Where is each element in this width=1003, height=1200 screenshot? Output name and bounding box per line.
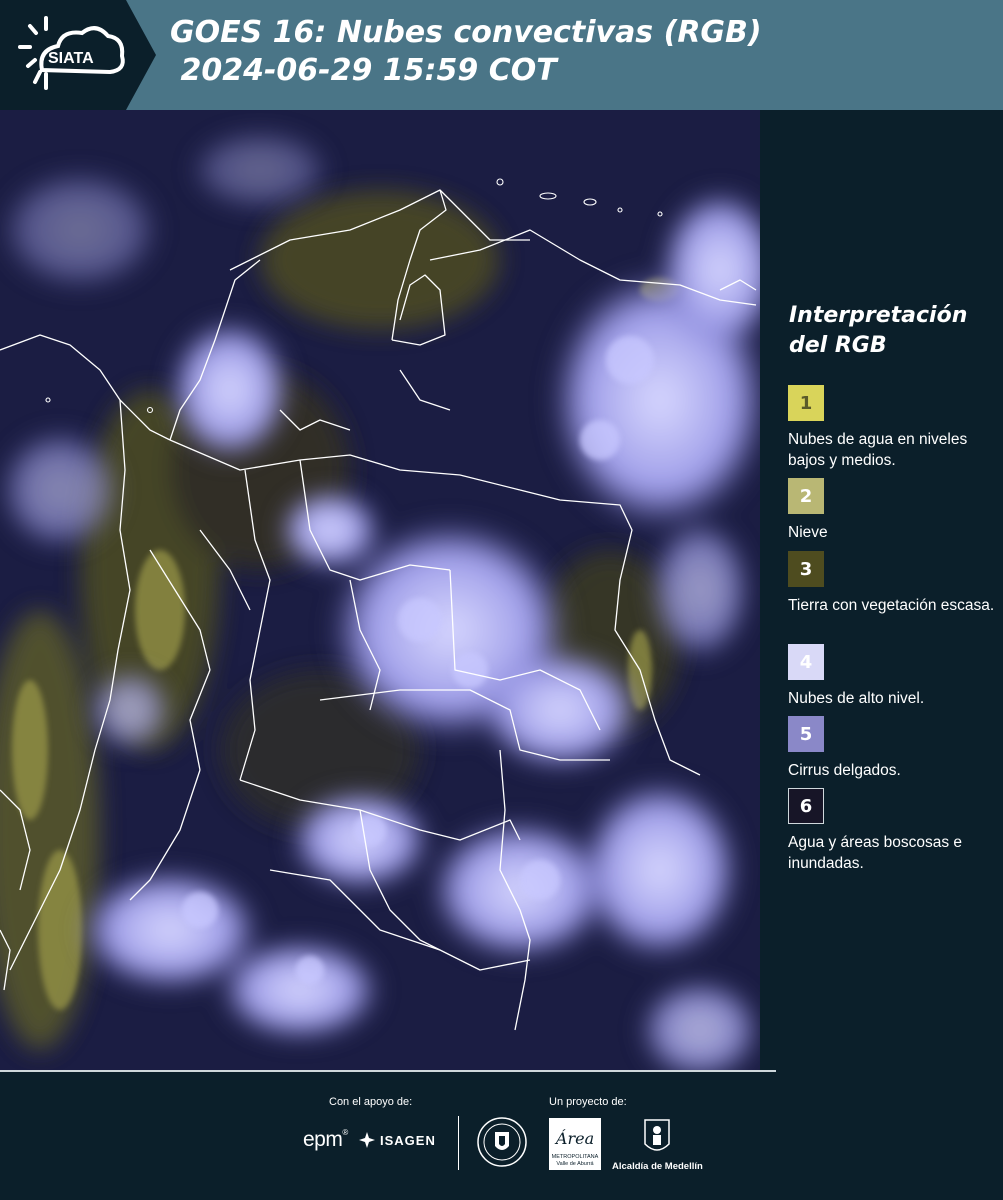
epm-logo-text: epm [303, 1128, 343, 1151]
legend-item-1: 1 Nubes de agua en niveles bajos y medio… [788, 385, 998, 471]
legend-label-4: Nubes de alto nivel. [788, 690, 925, 707]
siata-logo: SIATA [0, 0, 156, 110]
legend-swatch-2: 2 [788, 478, 824, 514]
amva-sub1: METROPOLITANA [552, 1154, 599, 1160]
legend-swatch-3: 3 [788, 551, 824, 587]
siata-logo-text: SIATA [48, 50, 94, 67]
legend-panel: Interpretación del RGB 1 Nubes de agua e… [760, 110, 1003, 1070]
page-title: GOES 16: Nubes convectivas (RGB) 2024-06… [170, 14, 762, 90]
legend-swatch-6: 6 [788, 788, 824, 824]
amva-logo-text: Área [554, 1128, 594, 1148]
legend-item-5: 5 Cirrus delgados. [788, 716, 998, 781]
project-label: Un proyecto de: [549, 1096, 627, 1108]
area-metropolitana-logo: Área METROPOLITANA Valle de Aburrá [549, 1118, 601, 1170]
alcaldia-name: Alcaldía de Medellín [612, 1161, 703, 1172]
legend-title: Interpretación del RGB [789, 303, 968, 358]
legend-item-3: 3 Tierra con vegetación escasa. [788, 551, 998, 616]
legend-label-3: Tierra con vegetación escasa. [788, 597, 995, 614]
header: SIATA GOES 16: Nubes convectivas (RGB) 2… [0, 0, 1003, 110]
legend-label-6: Agua y áreas boscosas e inundadas. [788, 834, 963, 872]
isagen-star-icon [359, 1132, 375, 1148]
legend-swatch-4: 4 [788, 644, 824, 680]
footer: Con el apoyo de: Un proyecto de: epm® IS… [0, 1070, 1003, 1200]
footer-divider-line [0, 1070, 776, 1072]
amva-sub2: Valle de Aburrá [556, 1161, 594, 1167]
medellin-seal-icon [476, 1116, 528, 1173]
legend-label-1: Nubes de agua en niveles bajos y medios. [788, 431, 968, 469]
title-line-1: GOES 16: Nubes convectivas (RGB) [170, 15, 762, 50]
satellite-image [0, 110, 760, 1070]
isagen-logo: ISAGEN [359, 1132, 436, 1148]
legend-item-4: 4 Nubes de alto nivel. [788, 644, 998, 709]
satellite-map [0, 110, 760, 1070]
legend-item-2: 2 Nieve [788, 478, 998, 543]
support-label: Con el apoyo de: [329, 1096, 413, 1108]
footer-vertical-divider [458, 1116, 459, 1170]
epm-logo: epm® [303, 1128, 348, 1151]
alcaldia-logo: Alcaldía de Medellín [612, 1118, 703, 1172]
alcaldia-shield-icon [644, 1119, 670, 1151]
legend-swatch-5: 5 [788, 716, 824, 752]
legend-label-2: Nieve [788, 524, 828, 541]
legend-label-5: Cirrus delgados. [788, 762, 901, 779]
legend-swatch-1: 1 [788, 385, 824, 421]
isagen-logo-text: ISAGEN [380, 1132, 436, 1148]
title-line-2: 2024-06-29 15:59 COT [170, 53, 557, 88]
legend-item-6: 6 Agua y áreas boscosas e inundadas. [788, 788, 998, 874]
